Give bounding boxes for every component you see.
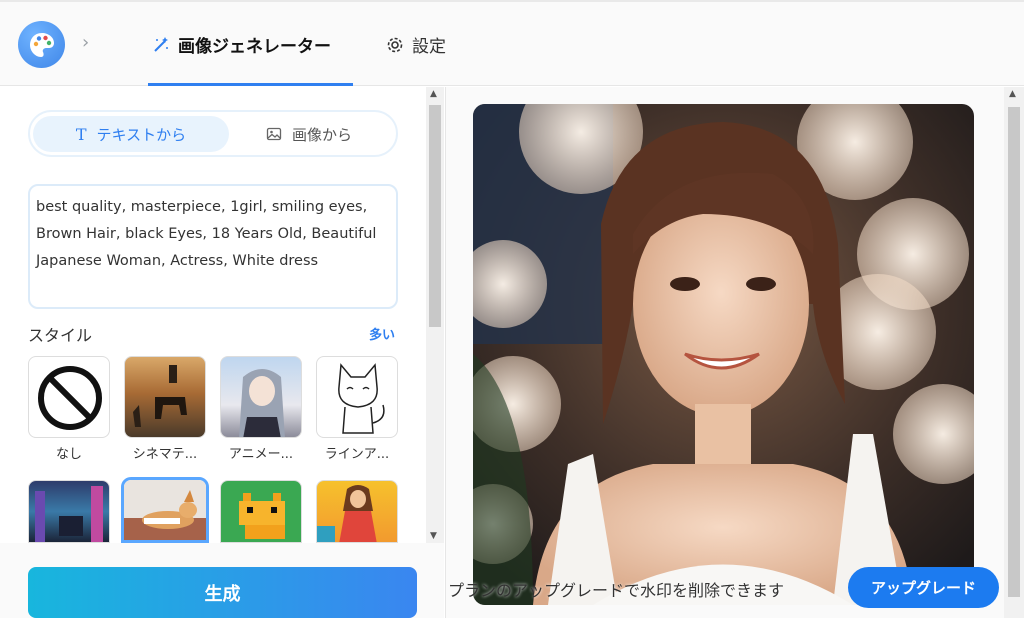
style-pop-art[interactable] <box>316 480 398 543</box>
mode-image-label: 画像から <box>291 125 352 144</box>
generated-image[interactable] <box>473 104 974 605</box>
cyberpunk-thumbnail <box>35 486 103 542</box>
active-tab-indicator <box>148 83 353 86</box>
tab-image-generator-label: 画像ジェネレーター <box>178 37 331 57</box>
watermark-notice: プランのアップグレードで水印を削除できます <box>448 581 785 600</box>
pixel-cat-thumbnail <box>239 493 285 539</box>
mode-text-label: テキストから <box>96 125 187 144</box>
palette-icon <box>29 32 54 57</box>
style-line-art-label: ラインア... <box>324 447 390 462</box>
anime-thumbnail <box>239 369 285 437</box>
chevron-right-icon[interactable]: › <box>82 32 89 53</box>
scroll-up-icon[interactable]: ▲ <box>1009 89 1016 99</box>
app-logo[interactable] <box>18 21 65 68</box>
prohibited-icon <box>38 366 102 430</box>
style-pixel-art[interactable] <box>220 480 302 543</box>
style-cinematic-label: シネマテ... <box>132 447 198 462</box>
top-header: › 画像ジェネレーター 設定 <box>0 0 1024 86</box>
style-photo[interactable] <box>121 477 209 543</box>
more-styles-link[interactable]: 多い <box>369 324 395 343</box>
gear-icon <box>387 37 403 52</box>
style-line-art[interactable] <box>316 356 398 438</box>
generate-button[interactable]: 生成 <box>28 567 417 618</box>
text-type-icon: T <box>75 124 87 144</box>
style-none-label: なし <box>55 447 82 462</box>
left-scroll-thumb[interactable] <box>429 105 441 327</box>
style-anime[interactable] <box>220 356 302 438</box>
right-scroll-thumb[interactable] <box>1008 107 1020 597</box>
prompt-input[interactable]: best quality, masterpiece, 1girl, smilin… <box>28 184 398 309</box>
mode-image-option[interactable]: 画像から <box>226 116 392 152</box>
left-panel-scrollbar[interactable]: ▲ ▼ <box>426 87 444 543</box>
result-panel-scrollbar[interactable]: ▲ <box>1004 87 1024 618</box>
upgrade-button[interactable]: アップグレード <box>848 567 999 608</box>
tab-image-generator[interactable]: 画像ジェネレーター <box>152 32 331 57</box>
scroll-down-icon[interactable]: ▼ <box>430 531 437 541</box>
image-icon <box>266 127 282 141</box>
scroll-up-icon[interactable]: ▲ <box>430 89 437 99</box>
photo-corgi-thumbnail <box>124 480 206 540</box>
style-cyberpunk[interactable] <box>28 480 110 543</box>
pop-art-thumbnail <box>317 485 377 542</box>
style-none[interactable] <box>28 356 110 438</box>
magic-wand-icon <box>154 36 168 52</box>
tab-settings-label: 設定 <box>412 37 446 57</box>
style-anime-label: アニメー... <box>228 447 294 462</box>
cinematic-thumbnail <box>133 365 187 427</box>
top-divider <box>0 0 1024 2</box>
tab-settings[interactable]: 設定 <box>386 32 446 57</box>
mode-text-option[interactable]: T テキストから <box>33 116 229 152</box>
input-mode-toggle: T テキストから 画像から <box>28 110 398 157</box>
generated-portrait <box>473 104 974 605</box>
style-cinematic[interactable] <box>124 356 206 438</box>
style-section-title: スタイル <box>28 326 93 345</box>
line-art-cat-thumbnail <box>338 363 385 434</box>
